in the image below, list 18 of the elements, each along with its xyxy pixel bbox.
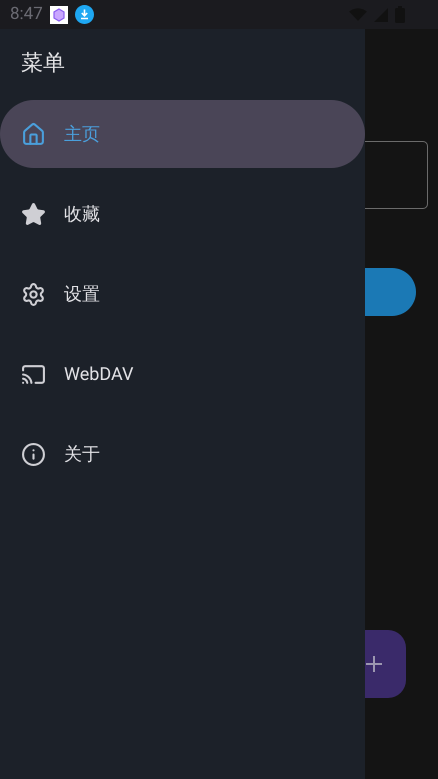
cube-app-icon: [50, 6, 68, 24]
settings-icon: [21, 282, 46, 306]
drawer-item[interactable]: 收藏: [0, 180, 365, 248]
drawer-item[interactable]: WebDAV: [0, 340, 365, 408]
drawer-item[interactable]: 设置: [0, 260, 365, 328]
download-icon: [74, 5, 94, 24]
home-icon: [21, 122, 46, 146]
drawer-item-label: 关于: [64, 442, 100, 466]
drawer-item-label: 收藏: [64, 202, 100, 226]
info-icon: [21, 442, 46, 466]
drawer-item-label: 主页: [64, 122, 100, 146]
drawer-item-label: WebDAV: [64, 362, 134, 386]
drawer-item[interactable]: 关于: [0, 420, 365, 488]
drawer-title: 菜单: [21, 50, 66, 78]
status-time: 8:47: [10, 2, 43, 26]
drawer-item-label: 设置: [64, 282, 100, 306]
plus-icon: [366, 656, 382, 672]
star-icon: [21, 202, 46, 226]
